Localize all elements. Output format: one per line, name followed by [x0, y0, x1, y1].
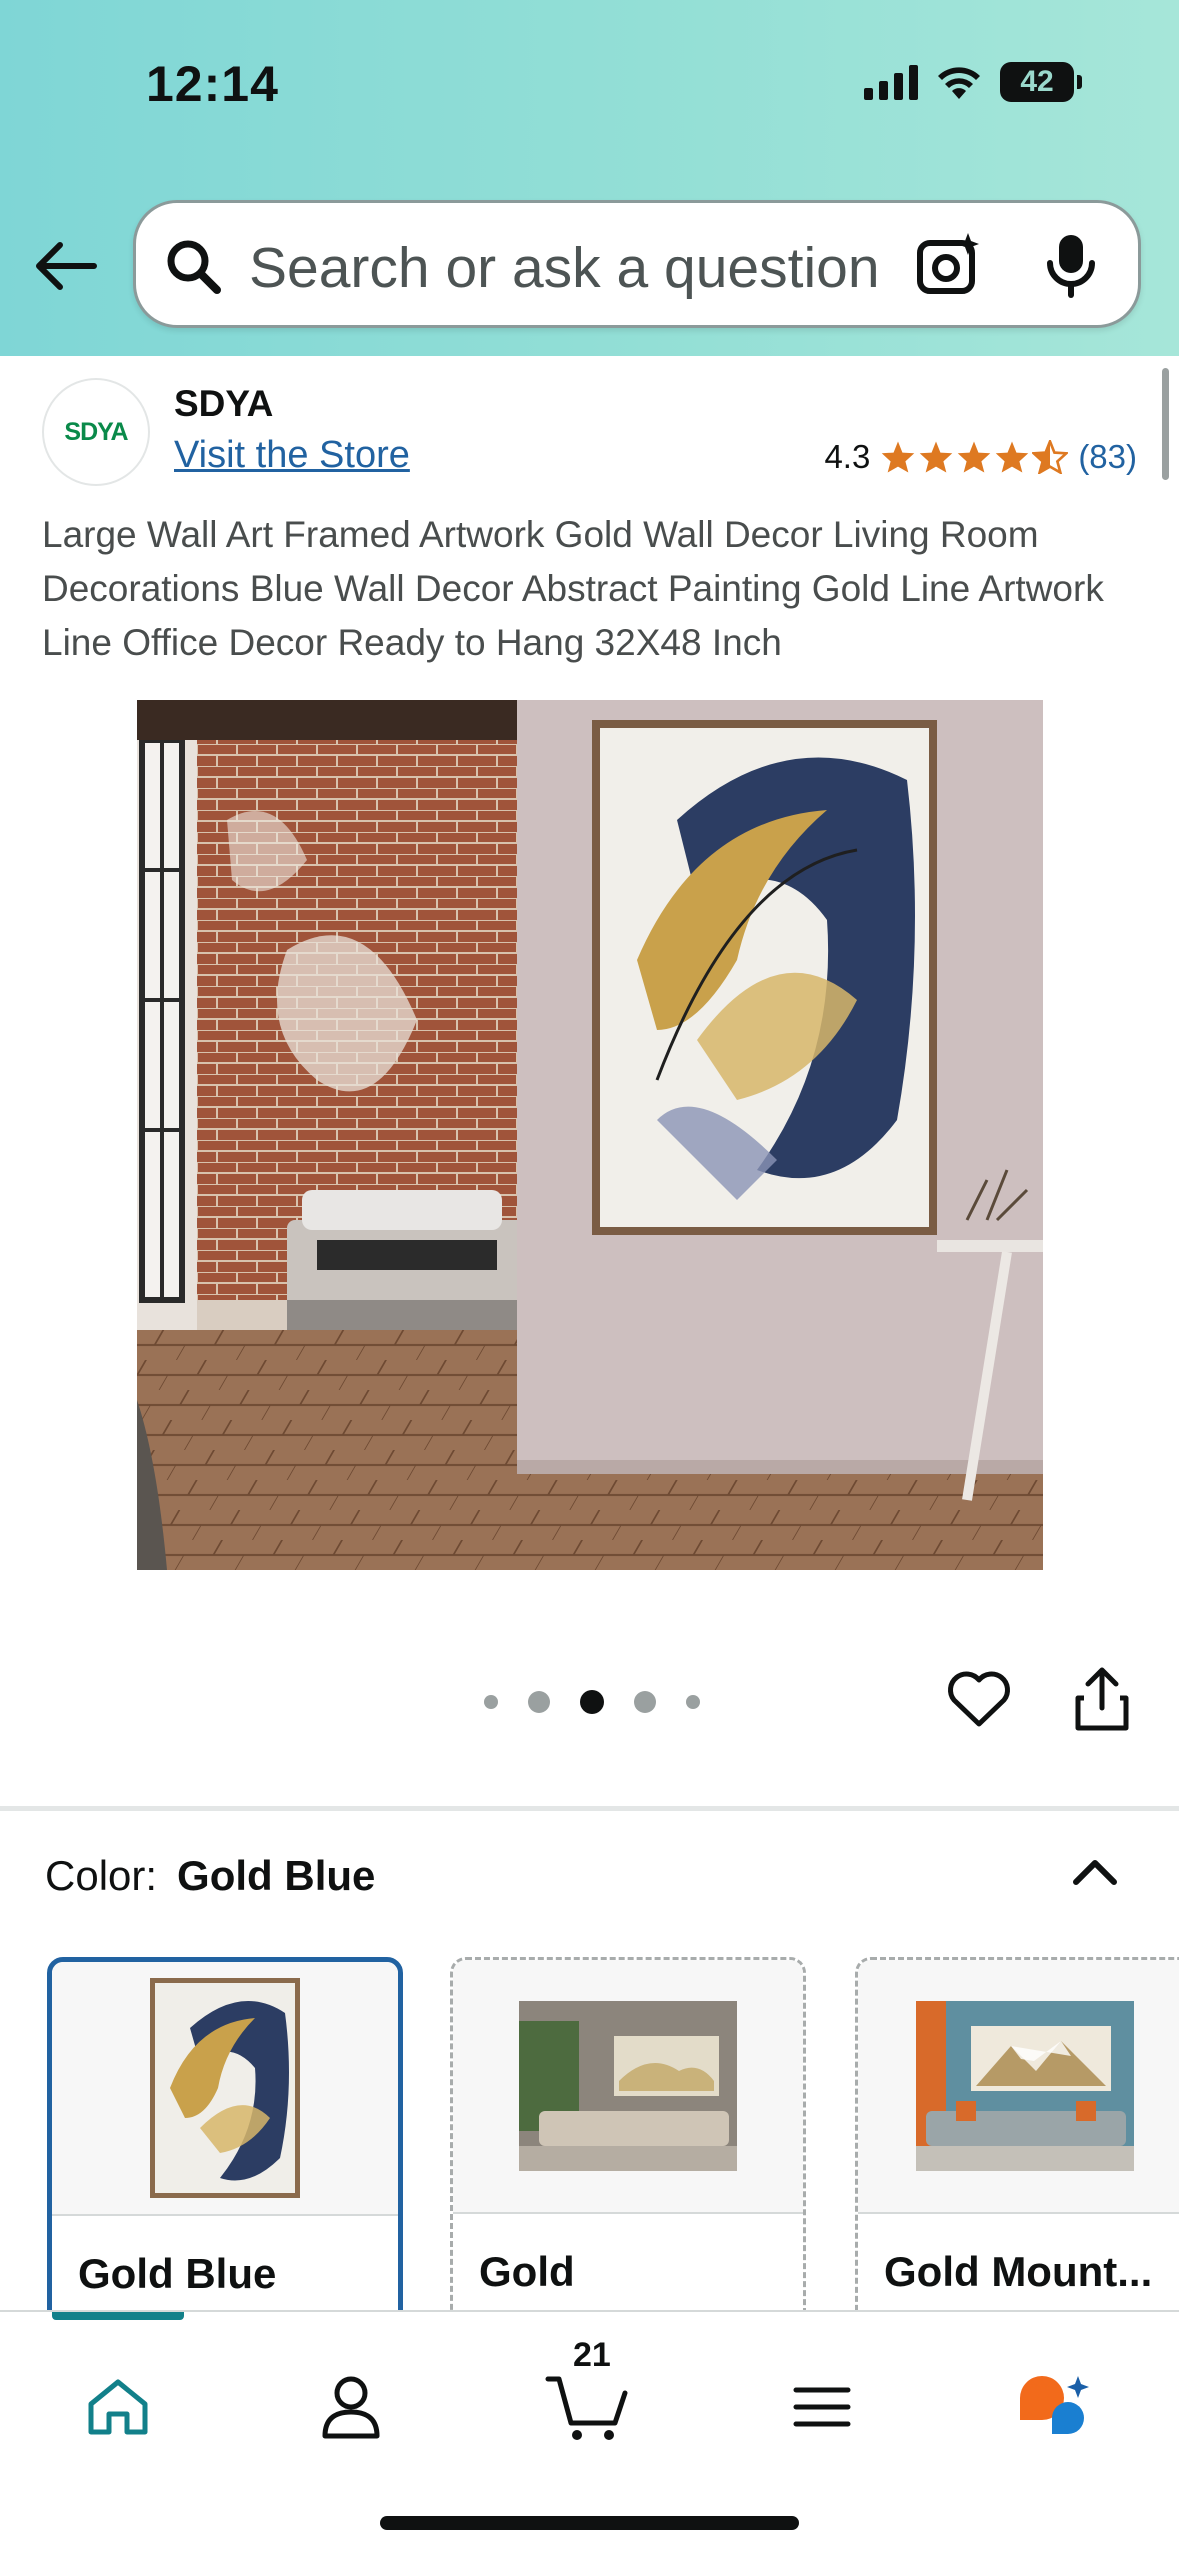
cart-count-badge: 21	[573, 2336, 611, 2374]
rufus-icon	[1020, 2376, 1089, 2434]
star-icon	[996, 441, 1029, 473]
swatch-label: Gold Blue	[78, 2250, 277, 2297]
nav-cart[interactable]	[538, 2362, 638, 2452]
cart-icon	[545, 2376, 628, 2440]
carousel-dot[interactable]	[634, 1691, 656, 1713]
wishlist-heart-icon[interactable]	[946, 1668, 1012, 1730]
nav-home[interactable]	[68, 2362, 168, 2452]
product-image[interactable]	[137, 700, 1043, 1570]
star-icon	[882, 441, 915, 473]
scrollbar[interactable]	[1162, 368, 1169, 480]
wifi-icon	[938, 67, 980, 99]
swatch-thumbnail	[858, 1960, 1179, 2212]
swatch-separator	[453, 2212, 803, 2214]
home-indicator[interactable]	[380, 2516, 799, 2530]
chevron-up-icon[interactable]	[1070, 1852, 1120, 1892]
account-icon	[322, 2376, 380, 2439]
color-label-text: Color:	[45, 1852, 158, 1899]
section-divider	[0, 1806, 1179, 1811]
swatch-image	[916, 2001, 1134, 2171]
color-selector-label: Color: Gold Blue	[45, 1852, 375, 1900]
color-option-gold[interactable]: Gold	[450, 1957, 806, 2337]
nav-active-indicator	[52, 2312, 184, 2320]
carousel-dot-active[interactable]	[580, 1690, 604, 1714]
battery-icon: 42	[1000, 62, 1082, 102]
store-name: SDYA	[174, 383, 274, 424]
battery-level: 42	[1020, 65, 1054, 98]
status-icons: 42	[864, 62, 1082, 102]
swatch-thumbnail	[52, 1962, 398, 2214]
share-icon[interactable]	[1070, 1664, 1134, 1734]
star-icon	[958, 441, 991, 473]
color-option-gold-mountain[interactable]: Gold Mount...	[855, 1957, 1179, 2337]
star-rating	[880, 440, 1069, 474]
nav-menu[interactable]	[772, 2362, 872, 2452]
nav-account[interactable]	[301, 2362, 401, 2452]
microphone-icon[interactable]	[1041, 231, 1101, 299]
star-icon	[920, 441, 953, 473]
swatch-label: Gold	[479, 2248, 575, 2295]
color-selected-value: Gold Blue	[177, 1852, 376, 1899]
product-photo	[137, 700, 1043, 1570]
search-icon	[167, 240, 221, 294]
carousel-dot[interactable]	[484, 1695, 498, 1709]
swatch-label: Gold Mount...	[884, 2248, 1153, 2295]
image-carousel-dots[interactable]	[484, 1690, 700, 1714]
camera-search-icon[interactable]	[914, 229, 984, 299]
swatch-image	[519, 2001, 737, 2171]
header: 12:14 42 Search or ask a question	[0, 0, 1179, 356]
swatch-separator	[52, 2214, 398, 2216]
carousel-dot[interactable]	[686, 1695, 700, 1709]
swatch-separator	[858, 2212, 1179, 2214]
swatch-image	[150, 1978, 300, 2198]
half-star-icon	[1032, 440, 1069, 474]
color-option-gold-blue[interactable]: Gold Blue	[47, 1957, 403, 2337]
rating-value: 4.3	[824, 438, 871, 475]
store-logo-text: SDYA	[64, 417, 128, 446]
status-time: 12:14	[146, 56, 279, 112]
menu-icon	[793, 2387, 851, 2427]
carousel-dot[interactable]	[528, 1691, 550, 1713]
signal-icon	[864, 64, 918, 100]
store-logo[interactable]: SDYA	[42, 378, 150, 486]
rating-count[interactable]: (83)	[1078, 438, 1137, 476]
back-arrow-icon	[36, 242, 97, 290]
rating[interactable]: 4.3 (83)	[824, 438, 1137, 476]
nav-rufus[interactable]	[1006, 2362, 1106, 2452]
swatch-thumbnail	[453, 1960, 803, 2212]
product-title: Large Wall Art Framed Artwork Gold Wall …	[42, 514, 1104, 663]
search-bar[interactable]: Search or ask a question	[133, 200, 1141, 328]
visit-store-link[interactable]: Visit the Store	[174, 434, 410, 477]
home-icon	[88, 2379, 148, 2435]
search-input[interactable]: Search or ask a question	[249, 235, 939, 301]
back-button[interactable]	[28, 236, 104, 296]
